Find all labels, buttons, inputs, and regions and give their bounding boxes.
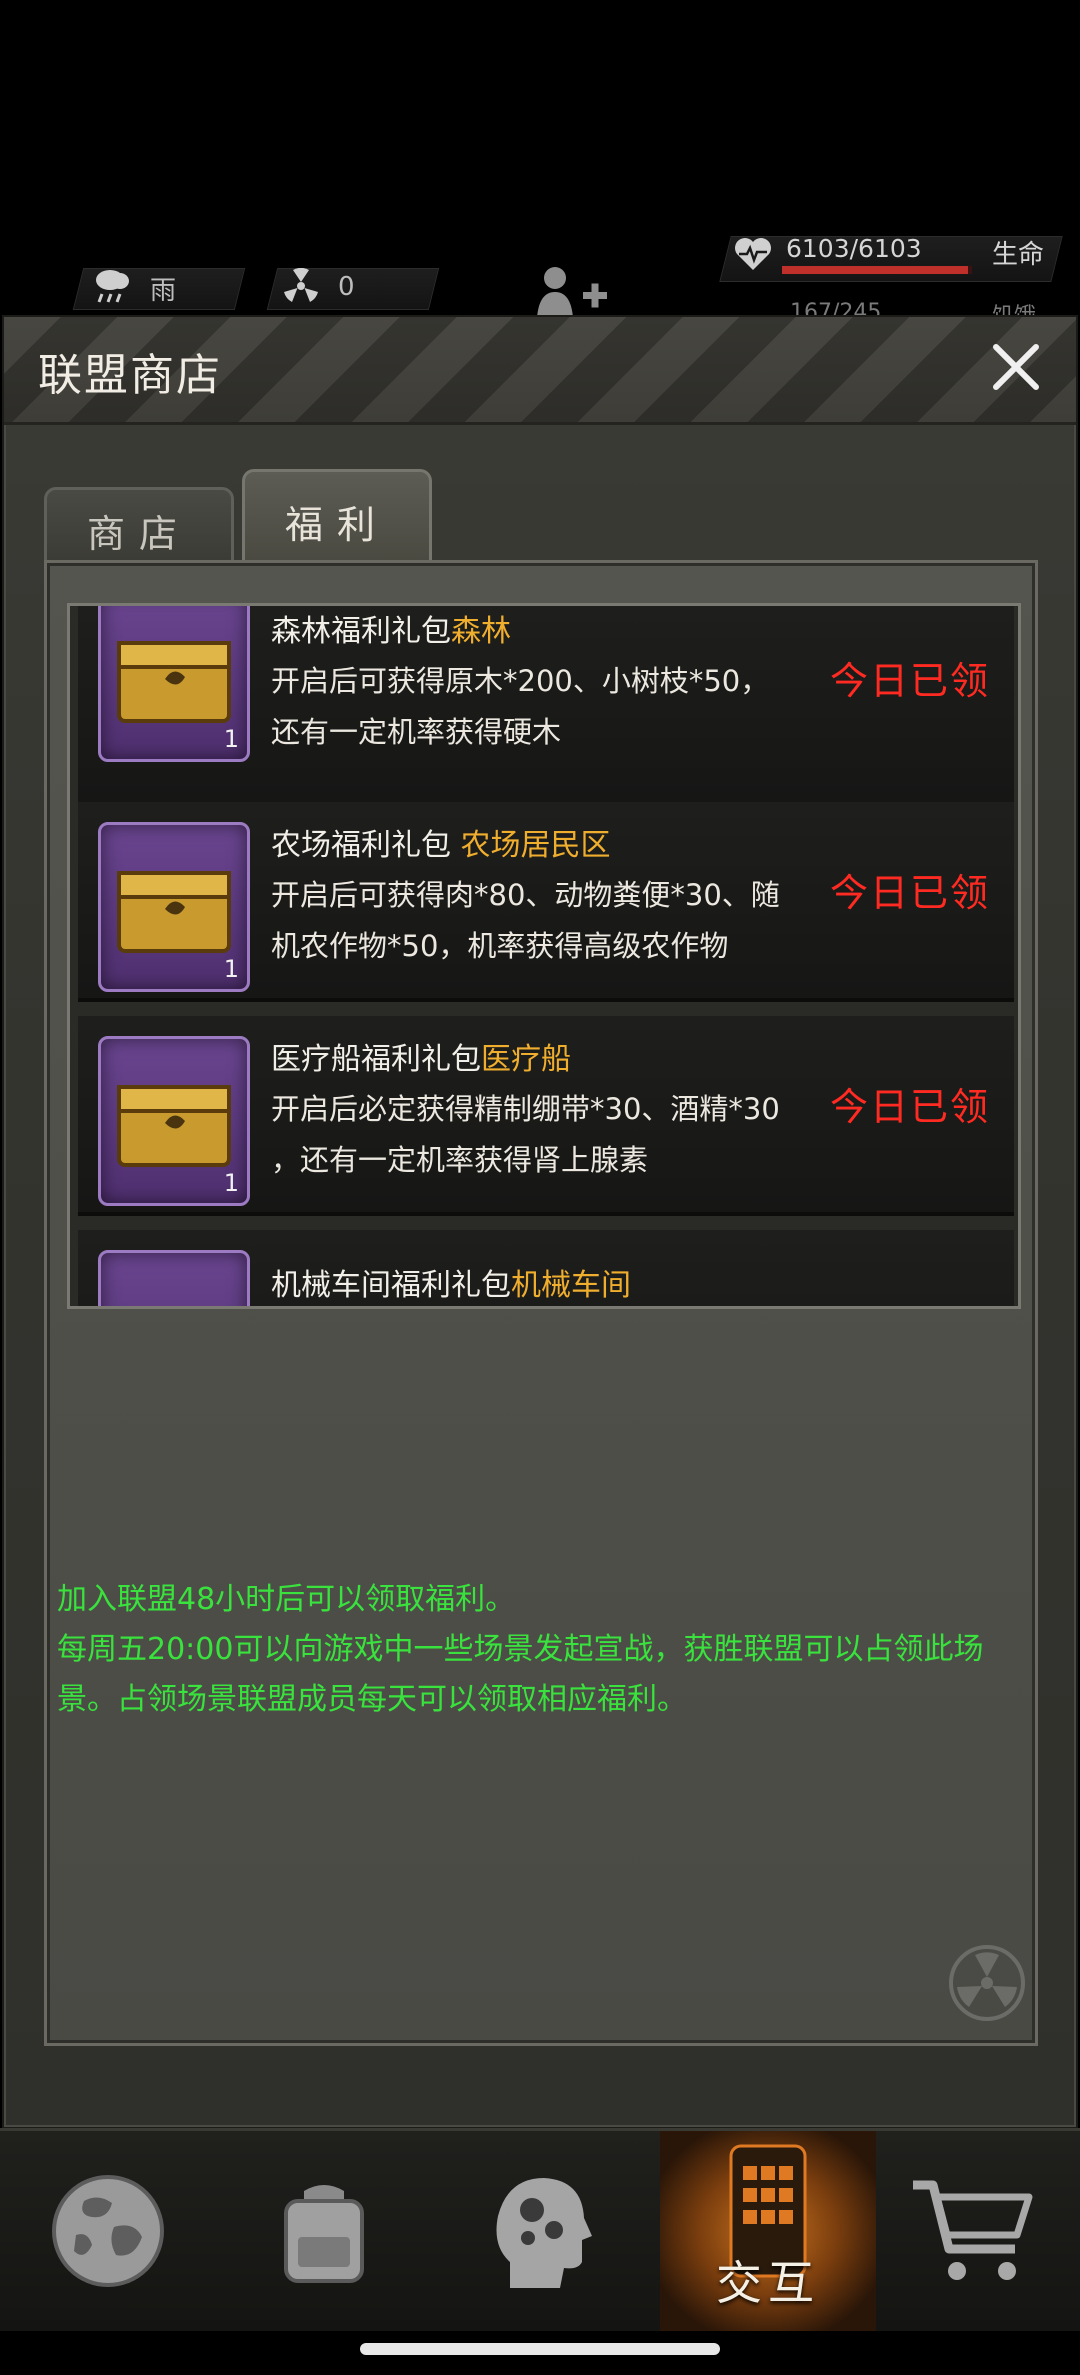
item-qty: 1 [223, 725, 239, 753]
claimed-status: 今日已领 [830, 1085, 991, 1129]
heart-icon [733, 236, 773, 272]
home-indicator[interactable] [360, 2343, 720, 2355]
health-value: 6103/6103 [786, 234, 922, 263]
weather-label: 雨 [150, 276, 177, 306]
item-name: 森林福利礼包森林 [271, 614, 511, 649]
welfare-list[interactable]: 1 森林福利礼包森林 开启后可获得原木*200、小树枝*50， 还有一定机率获得硬… [67, 603, 1021, 1309]
nav-interact-button[interactable]: 交互 [660, 2131, 876, 2331]
close-button[interactable] [988, 339, 1044, 395]
welfare-notice: 加入联盟48小时后可以领取福利。 每周五20:00可以向游戏中一些场景发起宣战，… [57, 1575, 987, 1725]
brain-gears-icon [496, 2178, 592, 2288]
panel-title: 联盟商店 [38, 350, 222, 401]
health-bar-fill [782, 266, 969, 274]
tab-shop[interactable]: 商店 [44, 487, 234, 570]
nav-interact-label: 交互 [716, 2256, 820, 2310]
list-item: 1 农场福利礼包 农场居民区 开启后可获得肉*80、动物粪便*30、随 机农作物*… [78, 802, 1014, 1002]
item-location: 森林 [451, 614, 511, 649]
item-location: 机械车间 [511, 1268, 631, 1303]
rain-cloud-icon [92, 266, 132, 304]
nav-world-button[interactable] [0, 2131, 216, 2331]
radiation-watermark [947, 1943, 1027, 2027]
item-desc: 开启后可获得肉*80、动物粪便*30、随 机农作物*50，机率获得高级农作物 [271, 878, 780, 963]
gift-chest-icon: 1 [98, 1036, 250, 1206]
notice-line-2: 每周五20:00可以向游戏中一些场景发起宣战，获胜联盟可以占领此场景。占领场景联… [57, 1632, 984, 1717]
item-name: 农场福利礼包 农场居民区 [271, 828, 611, 863]
item-location: 医疗船 [481, 1042, 571, 1077]
list-item: 1 森林福利礼包森林 开启后可获得原木*200、小树枝*50， 还有一定机率获得硬… [78, 606, 1014, 806]
item-desc: 开启后可获得原木*200、小树枝*50， 还有一定机率获得硬木 [271, 664, 770, 749]
item-location: 农场居民区 [460, 828, 611, 863]
radiation-icon [283, 268, 319, 304]
globe-icon [52, 2175, 164, 2287]
claimed-status: 今日已领 [830, 659, 991, 703]
bottom-nav: 交互 [0, 2128, 1080, 2331]
list-item: 机械车间福利礼包机械车间 [78, 1230, 1014, 1306]
item-desc: 开启后必定获得精制绷带*30、酒精*30 ，还有一定机率获得肾上腺素 [271, 1092, 780, 1177]
gift-chest-icon: 1 [98, 822, 250, 992]
health-label: 生命 [992, 240, 1045, 270]
welfare-content: 1 森林福利礼包森林 开启后可获得原木*200、小树枝*50， 还有一定机率获得硬… [44, 560, 1038, 2046]
item-name: 医疗船福利礼包医疗船 [271, 1042, 571, 1077]
list-item: 1 医疗船福利礼包医疗船 开启后必定获得精制绷带*30、酒精*30 ，还有一定机率… [78, 1016, 1014, 1216]
item-qty: 1 [223, 955, 239, 983]
item-name: 机械车间福利礼包机械车间 [271, 1268, 631, 1303]
alliance-shop-panel: 联盟商店 商店 福利 1 森林福利礼包森林 开启后可获得原木*200、小树枝*5… [2, 315, 1078, 2129]
notice-line-1: 加入联盟48小时后可以领取福利。 [57, 1582, 516, 1617]
gift-chest-icon [98, 1250, 250, 1306]
item-qty: 1 [223, 1169, 239, 1197]
gift-chest-icon: 1 [98, 606, 250, 762]
health-bar-track [782, 266, 972, 274]
claimed-status: 今日已领 [830, 871, 991, 915]
nav-backpack-button[interactable] [216, 2131, 432, 2331]
tab-welfare[interactable]: 福利 [242, 469, 432, 570]
backpack-icon [284, 2185, 364, 2283]
add-friend-icon[interactable] [535, 262, 621, 318]
close-icon [993, 344, 1039, 390]
cart-icon [913, 2180, 1033, 2280]
radiation-value: 0 [338, 272, 355, 302]
nav-skills-button[interactable] [432, 2131, 648, 2331]
nav-shop-button[interactable] [864, 2131, 1080, 2331]
